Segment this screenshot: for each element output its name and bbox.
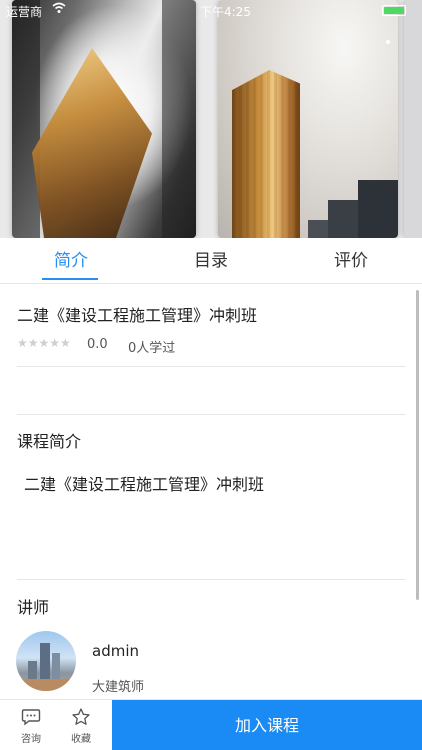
favorite-button[interactable]: 收藏 [53, 700, 109, 750]
hero-carousel[interactable] [0, 0, 422, 238]
course-title: 二建《建设工程施工管理》冲刺班 [17, 306, 258, 325]
tab-active-underline [42, 278, 98, 280]
tab-reviews[interactable]: 评价 [301, 238, 401, 284]
teacher-title: 大建筑师 [92, 680, 145, 695]
status-bar: 运营商 下午4:25 [0, 0, 422, 20]
status-time: 下午4:25 [200, 5, 251, 19]
intro-heading: 课程简介 [17, 432, 82, 451]
banner-image-left [12, 0, 196, 238]
battery-icon [382, 5, 406, 16]
star-icon [71, 708, 91, 726]
rating-score: 0.0 [87, 337, 108, 352]
tab-catalog[interactable]: 目录 [161, 238, 261, 284]
tab-bar: 简介 目录 评价 [0, 238, 422, 284]
chat-icon [21, 708, 41, 726]
rating-stars-icon: ★★★★★ [17, 336, 71, 350]
scrollbar[interactable] [416, 290, 419, 600]
pager-dot-active [386, 40, 390, 44]
consult-label: 咨询 [21, 734, 41, 745]
carrier-label: 运营商 [6, 5, 43, 19]
divider [17, 579, 406, 580]
bottom-action-bar: 咨询 收藏 加入课程 [0, 699, 422, 750]
banner-image-next [404, 0, 422, 238]
wifi-icon [52, 2, 66, 17]
teacher-heading: 讲师 [17, 598, 50, 617]
teacher-avatar[interactable] [16, 631, 76, 691]
join-course-button[interactable]: 加入课程 [112, 700, 422, 750]
intro-text: 二建《建设工程施工管理》冲刺班 [24, 475, 265, 494]
favorite-label: 收藏 [71, 734, 91, 745]
banner-image-right [218, 0, 398, 238]
teacher-name[interactable]: admin [92, 642, 139, 660]
divider [17, 414, 406, 415]
consult-button[interactable]: 咨询 [3, 700, 59, 750]
divider [17, 366, 406, 367]
learner-count: 0人学过 [128, 341, 176, 356]
